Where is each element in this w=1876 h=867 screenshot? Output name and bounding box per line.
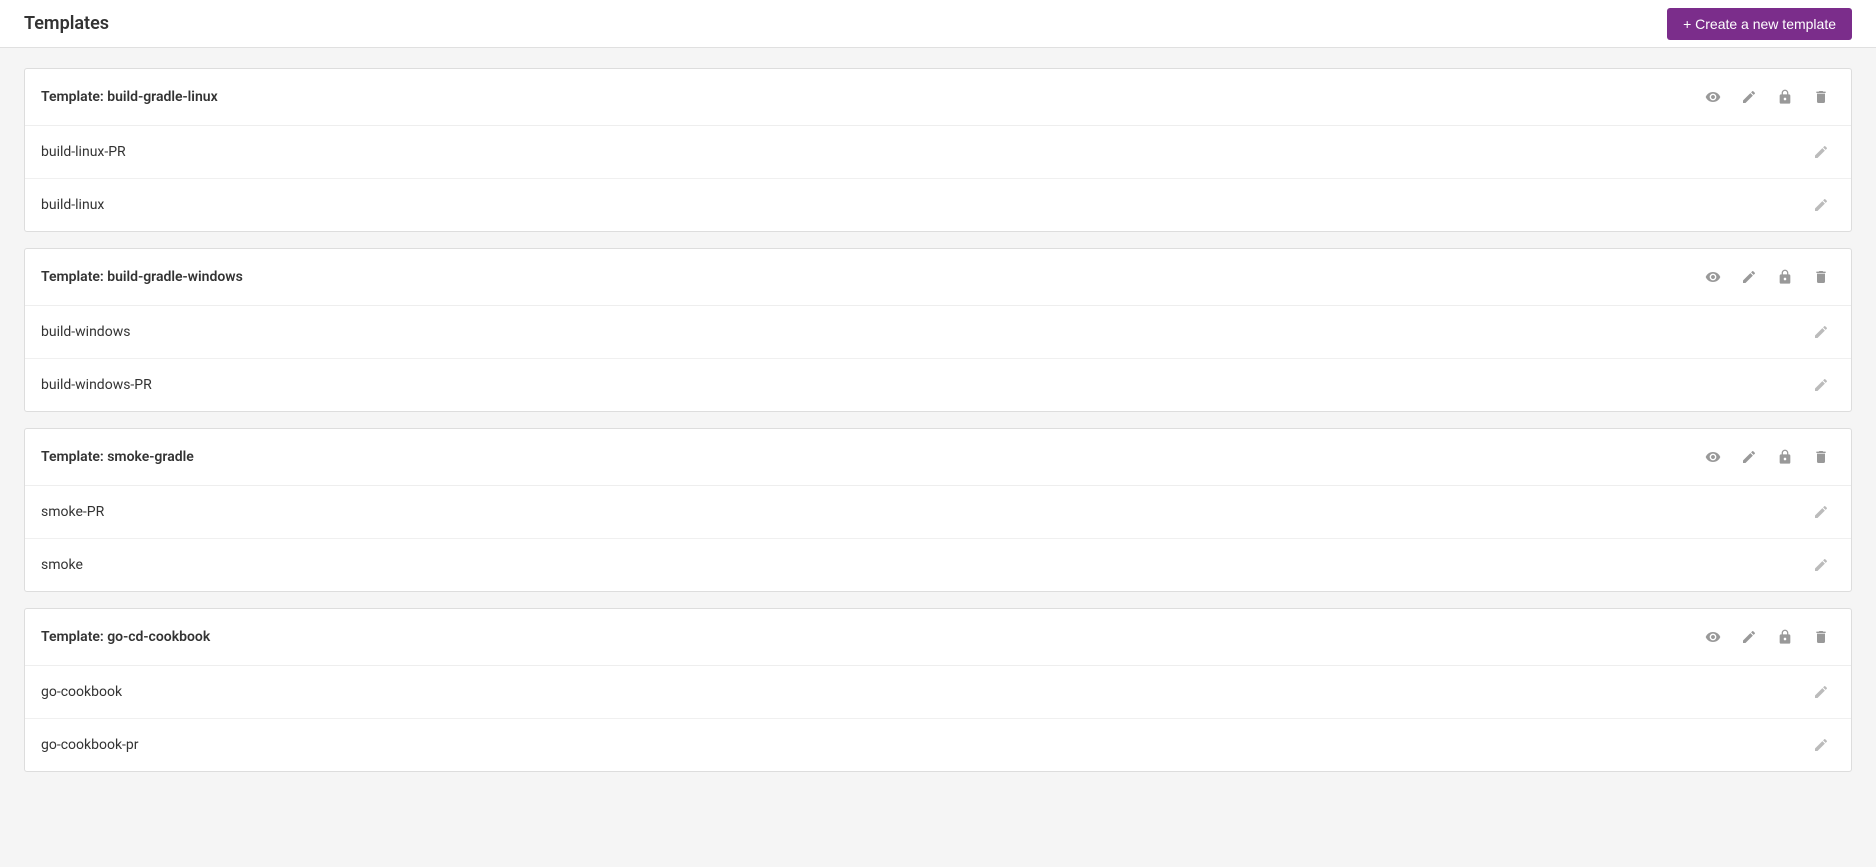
- pipeline-row: go-cookbook-pr: [25, 719, 1851, 771]
- pipeline-row: build-windows: [25, 306, 1851, 359]
- delete-template-icon[interactable]: [1807, 83, 1835, 111]
- pipeline-name: go-cookbook-pr: [41, 737, 139, 753]
- template-group-smoke-gradle: Template: smoke-gradle smoke-PR smoke: [24, 428, 1852, 592]
- pipeline-row: smoke: [25, 539, 1851, 591]
- pipeline-row: build-linux-PR: [25, 126, 1851, 179]
- template-actions-go-cd-cookbook: [1699, 623, 1835, 651]
- delete-template-icon[interactable]: [1807, 623, 1835, 651]
- create-template-button[interactable]: + Create a new template: [1667, 8, 1852, 40]
- template-title-build-gradle-linux: Template: build-gradle-linux: [41, 89, 218, 105]
- edit-pipeline-icon[interactable]: [1807, 318, 1835, 346]
- template-actions-build-gradle-linux: [1699, 83, 1835, 111]
- template-title-go-cd-cookbook: Template: go-cd-cookbook: [41, 629, 210, 645]
- edit-pipeline-icon[interactable]: [1807, 731, 1835, 759]
- main-content: Template: build-gradle-linux build-linux-…: [0, 48, 1876, 808]
- pipeline-name: build-windows-PR: [41, 377, 152, 393]
- view-template-icon[interactable]: [1699, 263, 1727, 291]
- pipeline-row: build-windows-PR: [25, 359, 1851, 411]
- template-group-build-gradle-linux: Template: build-gradle-linux build-linux-…: [24, 68, 1852, 232]
- template-header-build-gradle-linux: Template: build-gradle-linux: [25, 69, 1851, 126]
- edit-template-icon[interactable]: [1735, 623, 1763, 651]
- edit-pipeline-icon[interactable]: [1807, 371, 1835, 399]
- edit-template-icon[interactable]: [1735, 83, 1763, 111]
- edit-template-icon[interactable]: [1735, 263, 1763, 291]
- lock-template-icon[interactable]: [1771, 83, 1799, 111]
- lock-template-icon[interactable]: [1771, 623, 1799, 651]
- template-actions-build-gradle-windows: [1699, 263, 1835, 291]
- page-header: Templates + Create a new template: [0, 0, 1876, 48]
- page-title: Templates: [24, 13, 109, 34]
- edit-pipeline-icon[interactable]: [1807, 138, 1835, 166]
- lock-template-icon[interactable]: [1771, 443, 1799, 471]
- view-template-icon[interactable]: [1699, 623, 1727, 651]
- pipeline-name: build-windows: [41, 324, 130, 340]
- edit-pipeline-icon[interactable]: [1807, 498, 1835, 526]
- template-group-build-gradle-windows: Template: build-gradle-windows build-wind…: [24, 248, 1852, 412]
- pipeline-name: go-cookbook: [41, 684, 122, 700]
- template-header-build-gradle-windows: Template: build-gradle-windows: [25, 249, 1851, 306]
- view-template-icon[interactable]: [1699, 443, 1727, 471]
- pipeline-name: smoke-PR: [41, 504, 104, 520]
- delete-template-icon[interactable]: [1807, 443, 1835, 471]
- pipeline-name: build-linux: [41, 197, 104, 213]
- edit-pipeline-icon[interactable]: [1807, 678, 1835, 706]
- edit-pipeline-icon[interactable]: [1807, 191, 1835, 219]
- template-header-smoke-gradle: Template: smoke-gradle: [25, 429, 1851, 486]
- edit-template-icon[interactable]: [1735, 443, 1763, 471]
- pipeline-row: smoke-PR: [25, 486, 1851, 539]
- pipeline-row: build-linux: [25, 179, 1851, 231]
- pipeline-name: build-linux-PR: [41, 144, 126, 160]
- template-header-go-cd-cookbook: Template: go-cd-cookbook: [25, 609, 1851, 666]
- pipeline-name: smoke: [41, 557, 83, 573]
- template-title-smoke-gradle: Template: smoke-gradle: [41, 449, 194, 465]
- pipeline-row: go-cookbook: [25, 666, 1851, 719]
- template-group-go-cd-cookbook: Template: go-cd-cookbook go-cookbook go-co…: [24, 608, 1852, 772]
- view-template-icon[interactable]: [1699, 83, 1727, 111]
- edit-pipeline-icon[interactable]: [1807, 551, 1835, 579]
- template-title-build-gradle-windows: Template: build-gradle-windows: [41, 269, 243, 285]
- delete-template-icon[interactable]: [1807, 263, 1835, 291]
- lock-template-icon[interactable]: [1771, 263, 1799, 291]
- template-actions-smoke-gradle: [1699, 443, 1835, 471]
